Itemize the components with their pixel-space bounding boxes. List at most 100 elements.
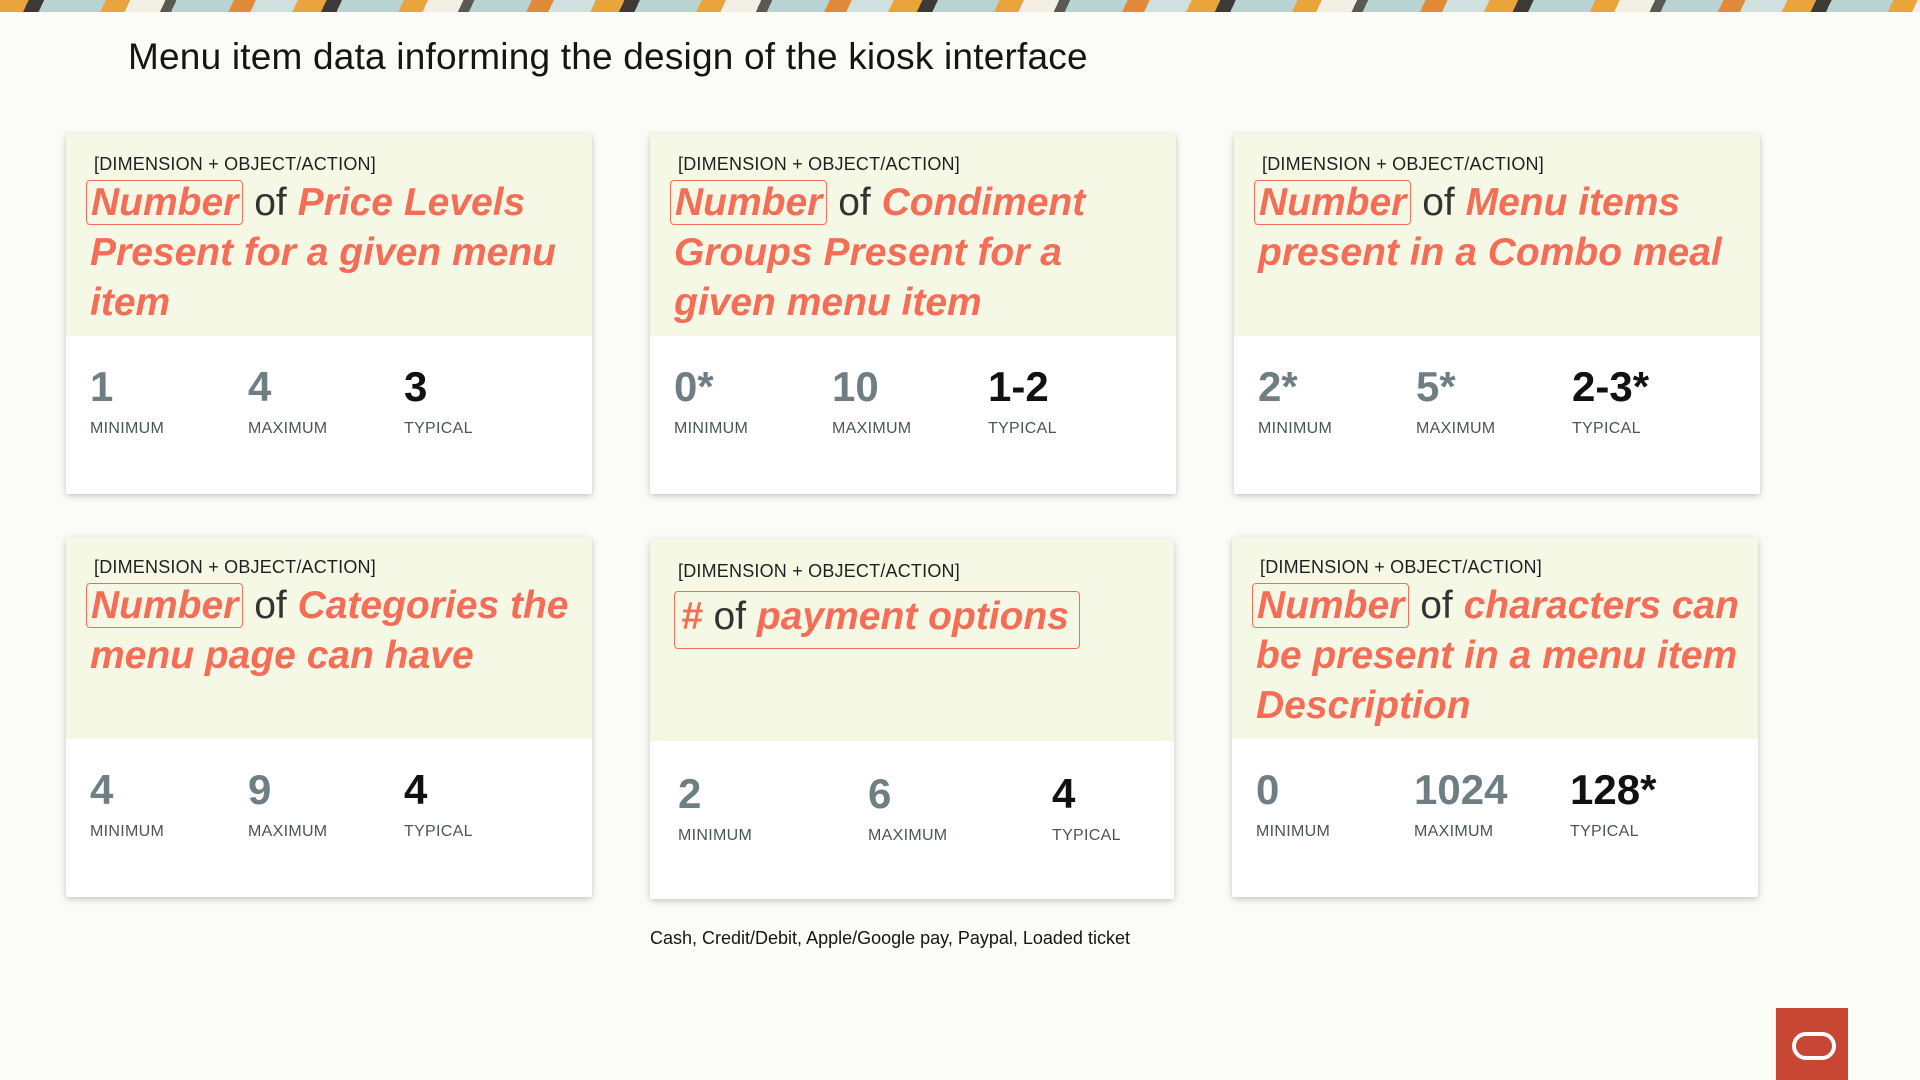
stat-value: 4 [1052,770,1076,817]
stats-row: 1 MINIMUM 4 MAXIMUM 3 TYPICAL [66,362,592,452]
metric-card-categories: [DIMENSION + OBJECT/ACTION] Number of Ca… [66,537,592,897]
card-header: [DIMENSION + OBJECT/ACTION] Number of Pr… [66,134,592,336]
stat-label: MAXIMUM [1416,420,1496,437]
stat-minimum: 2* MINIMUM [1258,362,1332,438]
stat-maximum: 6 MAXIMUM [868,769,947,845]
stat-label: MINIMUM [1256,823,1331,840]
stat-label: MAXIMUM [1414,823,1494,840]
card-header: [DIMENSION + OBJECT/ACTION] Number of Me… [1234,134,1760,336]
decorative-header-strip [0,0,1920,12]
stat-value: 4 [90,766,114,813]
connector-word: of [1422,181,1455,224]
metric-card-price-levels: [DIMENSION + OBJECT/ACTION] Number of Pr… [66,134,592,494]
stat-label: TYPICAL [404,420,473,437]
dimension-label: [DIMENSION + OBJECT/ACTION] [94,557,376,577]
logo-ring-shape [1792,1032,1836,1060]
metric-term: # [681,595,703,638]
connector-word: of [838,181,871,224]
stat-minimum: 2 MINIMUM [678,769,752,845]
stat-minimum: 4 MINIMUM [90,765,164,841]
connector-word: of [254,584,287,627]
stat-label: MINIMUM [1258,420,1333,437]
stat-value: 9 [248,766,272,813]
stat-value: 1 [90,363,114,410]
stat-label: MINIMUM [678,827,753,844]
stats-row: 4 MINIMUM 9 MAXIMUM 4 TYPICAL [66,765,592,855]
stats-row: 0 MINIMUM 1024 MAXIMUM 128* TYPICAL [1232,765,1758,855]
stat-label: TYPICAL [404,823,473,840]
stat-minimum: 0 MINIMUM [1256,765,1330,841]
metric-term: Number [1254,180,1412,225]
page-title: Menu item data informing the design of t… [128,36,1088,77]
stat-label: MAXIMUM [868,827,948,844]
card-title: # of payment options [674,591,1162,649]
brand-logo-icon [1776,1008,1848,1080]
stat-value: 2 [678,770,702,817]
stat-value: 0 [1256,766,1280,813]
stat-value: 2-3* [1572,363,1650,410]
stat-typical: 128* TYPICAL [1570,765,1656,841]
connector-word: of [254,181,287,224]
metric-card-payment-options: [DIMENSION + OBJECT/ACTION] # of payment… [650,539,1174,899]
stat-value: 1-2 [988,363,1049,410]
stat-label: TYPICAL [1052,827,1121,844]
stat-label: MAXIMUM [248,823,328,840]
dimension-label: [DIMENSION + OBJECT/ACTION] [678,561,960,581]
metric-term: Number [1252,583,1410,628]
metric-card-description-chars: [DIMENSION + OBJECT/ACTION] Number of ch… [1232,537,1758,897]
payment-options-caption: Cash, Credit/Debit, Apple/Google pay, Pa… [650,928,1130,948]
card-title: Number of Price Levels Present for a giv… [86,178,578,328]
stat-maximum: 5* MAXIMUM [1416,362,1495,438]
card-header: [DIMENSION + OBJECT/ACTION] # of payment… [650,539,1174,741]
stat-label: TYPICAL [988,420,1057,437]
card-header: [DIMENSION + OBJECT/ACTION] Number of Ca… [66,537,592,739]
stat-value: 2* [1258,363,1298,410]
stat-label: MAXIMUM [832,420,912,437]
dimension-label: [DIMENSION + OBJECT/ACTION] [1262,154,1544,174]
stat-label: TYPICAL [1572,420,1641,437]
stat-label: MINIMUM [90,420,165,437]
card-title: Number of characters can be present in a… [1252,581,1744,731]
card-title: Number of Condiment Groups Present for a… [670,178,1162,328]
stats-row: 2 MINIMUM 6 MAXIMUM 4 TYPICAL [650,769,1174,859]
payment-title-box: # of payment options [674,591,1080,649]
metric-term: Number [86,180,244,225]
stat-maximum: 10 MAXIMUM [832,362,911,438]
stat-value: 5* [1416,363,1456,410]
card-title: Number of Categories the menu page can h… [86,581,578,681]
card-header: [DIMENSION + OBJECT/ACTION] Number of Co… [650,134,1176,336]
stat-label: TYPICAL [1570,823,1639,840]
stat-label: MAXIMUM [248,420,328,437]
metric-card-combo-items: [DIMENSION + OBJECT/ACTION] Number of Me… [1234,134,1760,494]
connector-word: of [1420,584,1453,627]
stat-value: 0* [674,363,714,410]
stat-typical: 1-2 TYPICAL [988,362,1057,438]
stat-typical: 4 TYPICAL [1052,769,1121,845]
stat-value: 3 [404,363,428,410]
stat-minimum: 0* MINIMUM [674,362,748,438]
connector-word: of [713,595,747,638]
stat-value: 128* [1570,766,1657,813]
card-title: Number of Menu items present in a Combo … [1254,178,1746,278]
stat-value: 6 [868,770,892,817]
stat-value: 4 [248,363,272,410]
stat-maximum: 9 MAXIMUM [248,765,327,841]
metric-term: Number [86,583,244,628]
card-header: [DIMENSION + OBJECT/ACTION] Number of ch… [1232,537,1758,739]
stat-maximum: 4 MAXIMUM [248,362,327,438]
metric-term: Number [670,180,828,225]
stat-typical: 4 TYPICAL [404,765,473,841]
stats-row: 2* MINIMUM 5* MAXIMUM 2-3* TYPICAL [1234,362,1760,452]
dimension-label: [DIMENSION + OBJECT/ACTION] [1260,557,1542,577]
dimension-label: [DIMENSION + OBJECT/ACTION] [94,154,376,174]
stat-label: MINIMUM [674,420,749,437]
stat-value: 10 [832,363,879,410]
stat-value: 4 [404,766,428,813]
stat-label: MINIMUM [90,823,165,840]
stats-row: 0* MINIMUM 10 MAXIMUM 1-2 TYPICAL [650,362,1176,452]
stat-value: 1024 [1414,766,1508,813]
object-text: payment options [756,595,1069,638]
stat-maximum: 1024 MAXIMUM [1414,765,1507,841]
stat-typical: 2-3* TYPICAL [1572,362,1649,438]
dimension-label: [DIMENSION + OBJECT/ACTION] [678,154,960,174]
